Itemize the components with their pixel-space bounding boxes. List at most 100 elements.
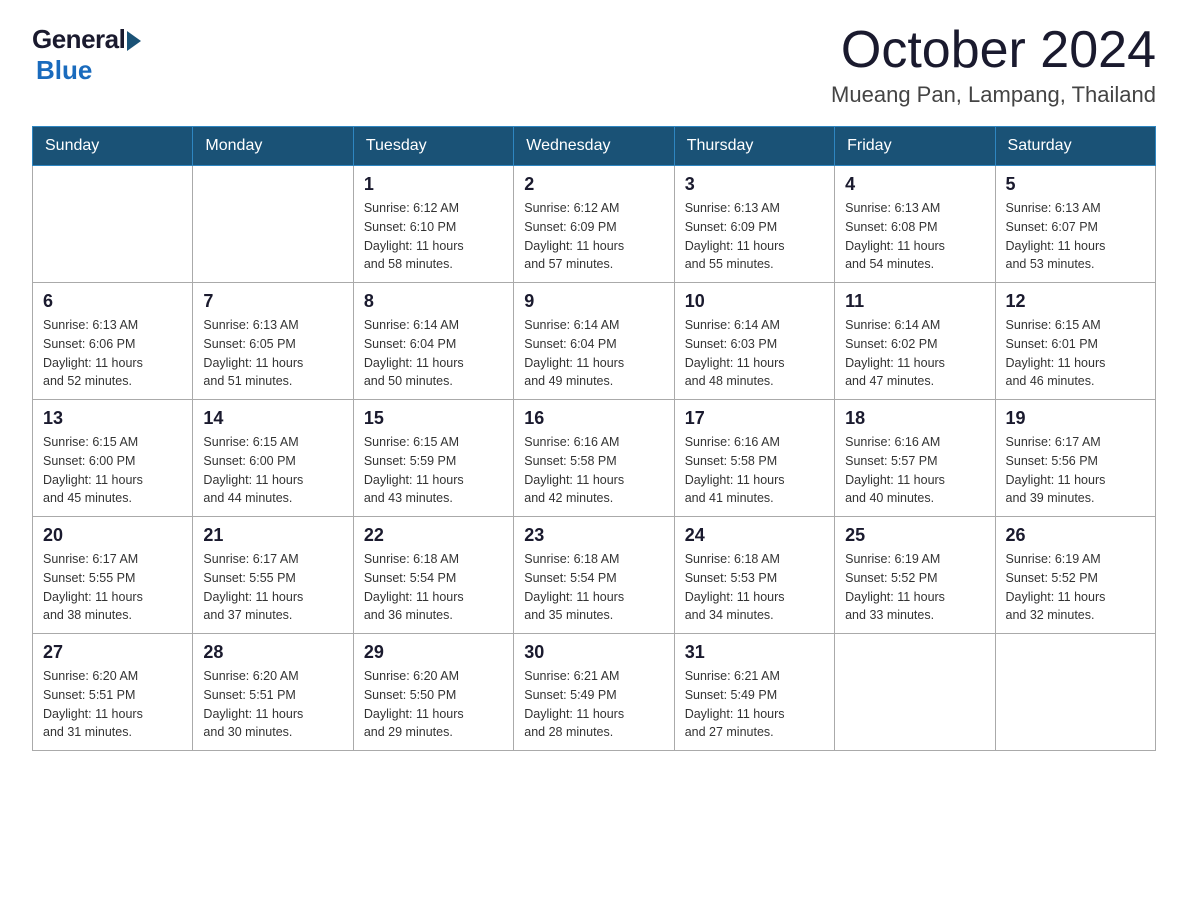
calendar-body: 1 Sunrise: 6:12 AM Sunset: 6:10 PM Daylig… — [33, 166, 1156, 751]
calendar-cell: 7 Sunrise: 6:13 AM Sunset: 6:05 PM Daylig… — [193, 283, 353, 400]
day-number: 9 — [524, 291, 663, 312]
calendar-header-cell: Sunday — [33, 127, 193, 166]
calendar-table: SundayMondayTuesdayWednesdayThursdayFrid… — [32, 126, 1156, 751]
calendar-header-cell: Friday — [835, 127, 995, 166]
day-info: Sunrise: 6:21 AM Sunset: 5:49 PM Dayligh… — [524, 667, 663, 742]
day-number: 7 — [203, 291, 342, 312]
day-info: Sunrise: 6:13 AM Sunset: 6:08 PM Dayligh… — [845, 199, 984, 274]
day-info: Sunrise: 6:13 AM Sunset: 6:06 PM Dayligh… — [43, 316, 182, 391]
calendar-header-cell: Tuesday — [353, 127, 513, 166]
day-number: 25 — [845, 525, 984, 546]
calendar-cell: 15Sunrise: 6:15 AM Sunset: 5:59 PM Dayli… — [353, 400, 513, 517]
day-number: 10 — [685, 291, 824, 312]
day-info: Sunrise: 6:20 AM Sunset: 5:50 PM Dayligh… — [364, 667, 503, 742]
calendar-cell: 31Sunrise: 6:21 AM Sunset: 5:49 PM Dayli… — [674, 634, 834, 751]
day-number: 17 — [685, 408, 824, 429]
calendar-cell: 8 Sunrise: 6:14 AM Sunset: 6:04 PM Daylig… — [353, 283, 513, 400]
calendar-cell: 12 Sunrise: 6:15 AM Sunset: 6:01 PM Dayli… — [995, 283, 1155, 400]
day-number: 12 — [1006, 291, 1145, 312]
day-info: Sunrise: 6:14 AM Sunset: 6:04 PM Dayligh… — [364, 316, 503, 391]
day-info: Sunrise: 6:18 AM Sunset: 5:53 PM Dayligh… — [685, 550, 824, 625]
day-number: 20 — [43, 525, 182, 546]
day-info: Sunrise: 6:18 AM Sunset: 5:54 PM Dayligh… — [524, 550, 663, 625]
day-info: Sunrise: 6:13 AM Sunset: 6:05 PM Dayligh… — [203, 316, 342, 391]
calendar-cell: 20Sunrise: 6:17 AM Sunset: 5:55 PM Dayli… — [33, 517, 193, 634]
day-info: Sunrise: 6:13 AM Sunset: 6:07 PM Dayligh… — [1006, 199, 1145, 274]
day-info: Sunrise: 6:20 AM Sunset: 5:51 PM Dayligh… — [43, 667, 182, 742]
day-info: Sunrise: 6:13 AM Sunset: 6:09 PM Dayligh… — [685, 199, 824, 274]
day-info: Sunrise: 6:19 AM Sunset: 5:52 PM Dayligh… — [845, 550, 984, 625]
day-number: 21 — [203, 525, 342, 546]
calendar-cell: 11 Sunrise: 6:14 AM Sunset: 6:02 PM Dayli… — [835, 283, 995, 400]
calendar-cell: 21 Sunrise: 6:17 AM Sunset: 5:55 PM Dayli… — [193, 517, 353, 634]
day-info: Sunrise: 6:16 AM Sunset: 5:57 PM Dayligh… — [845, 433, 984, 508]
calendar-cell: 2Sunrise: 6:12 AM Sunset: 6:09 PM Daylig… — [514, 166, 674, 283]
day-info: Sunrise: 6:12 AM Sunset: 6:10 PM Dayligh… — [364, 199, 503, 274]
day-info: Sunrise: 6:17 AM Sunset: 5:55 PM Dayligh… — [203, 550, 342, 625]
calendar-week-row: 6 Sunrise: 6:13 AM Sunset: 6:06 PM Daylig… — [33, 283, 1156, 400]
calendar-cell: 23 Sunrise: 6:18 AM Sunset: 5:54 PM Dayli… — [514, 517, 674, 634]
day-info: Sunrise: 6:15 AM Sunset: 6:00 PM Dayligh… — [203, 433, 342, 508]
day-info: Sunrise: 6:16 AM Sunset: 5:58 PM Dayligh… — [524, 433, 663, 508]
day-info: Sunrise: 6:15 AM Sunset: 6:00 PM Dayligh… — [43, 433, 182, 508]
calendar-header-cell: Wednesday — [514, 127, 674, 166]
day-number: 22 — [364, 525, 503, 546]
day-number: 4 — [845, 174, 984, 195]
day-info: Sunrise: 6:14 AM Sunset: 6:02 PM Dayligh… — [845, 316, 984, 391]
calendar-cell: 10 Sunrise: 6:14 AM Sunset: 6:03 PM Dayli… — [674, 283, 834, 400]
logo-blue-text: Blue — [36, 55, 92, 86]
calendar-cell: 24Sunrise: 6:18 AM Sunset: 5:53 PM Dayli… — [674, 517, 834, 634]
calendar-week-row: 1 Sunrise: 6:12 AM Sunset: 6:10 PM Daylig… — [33, 166, 1156, 283]
calendar-cell: 17 Sunrise: 6:16 AM Sunset: 5:58 PM Dayli… — [674, 400, 834, 517]
calendar-cell — [835, 634, 995, 751]
day-number: 1 — [364, 174, 503, 195]
location-title: Mueang Pan, Lampang, Thailand — [831, 82, 1156, 108]
day-number: 26 — [1006, 525, 1145, 546]
day-number: 8 — [364, 291, 503, 312]
day-info: Sunrise: 6:16 AM Sunset: 5:58 PM Dayligh… — [685, 433, 824, 508]
calendar-cell — [33, 166, 193, 283]
day-info: Sunrise: 6:18 AM Sunset: 5:54 PM Dayligh… — [364, 550, 503, 625]
day-number: 16 — [524, 408, 663, 429]
calendar-cell: 18Sunrise: 6:16 AM Sunset: 5:57 PM Dayli… — [835, 400, 995, 517]
calendar-cell: 30 Sunrise: 6:21 AM Sunset: 5:49 PM Dayli… — [514, 634, 674, 751]
day-number: 13 — [43, 408, 182, 429]
calendar-week-row: 20 Sunrise: 6:17 AM Sunset: 5:55 PM Dayli… — [33, 517, 1156, 634]
day-info: Sunrise: 6:15 AM Sunset: 6:01 PM Dayligh… — [1006, 316, 1145, 391]
calendar-week-row: 13 Sunrise: 6:15 AM Sunset: 6:00 PM Dayli… — [33, 400, 1156, 517]
day-number: 14 — [203, 408, 342, 429]
day-number: 6 — [43, 291, 182, 312]
calendar-cell: 4 Sunrise: 6:13 AM Sunset: 6:08 PM Daylig… — [835, 166, 995, 283]
calendar-cell: 29 Sunrise: 6:20 AM Sunset: 5:50 PM Dayli… — [353, 634, 513, 751]
calendar-cell — [995, 634, 1155, 751]
day-info: Sunrise: 6:20 AM Sunset: 5:51 PM Dayligh… — [203, 667, 342, 742]
day-info: Sunrise: 6:14 AM Sunset: 6:04 PM Dayligh… — [524, 316, 663, 391]
day-info: Sunrise: 6:19 AM Sunset: 5:52 PM Dayligh… — [1006, 550, 1145, 625]
calendar-header-cell: Monday — [193, 127, 353, 166]
day-number: 3 — [685, 174, 824, 195]
calendar-cell: 3 Sunrise: 6:13 AM Sunset: 6:09 PM Daylig… — [674, 166, 834, 283]
month-title: October 2024 — [831, 24, 1156, 76]
day-number: 23 — [524, 525, 663, 546]
day-number: 11 — [845, 291, 984, 312]
day-number: 2 — [524, 174, 663, 195]
calendar-cell: 5Sunrise: 6:13 AM Sunset: 6:07 PM Daylig… — [995, 166, 1155, 283]
calendar-cell: 27Sunrise: 6:20 AM Sunset: 5:51 PM Dayli… — [33, 634, 193, 751]
calendar-header-cell: Thursday — [674, 127, 834, 166]
calendar-header-row: SundayMondayTuesdayWednesdayThursdayFrid… — [33, 127, 1156, 166]
calendar-cell — [193, 166, 353, 283]
day-number: 19 — [1006, 408, 1145, 429]
calendar-cell: 22 Sunrise: 6:18 AM Sunset: 5:54 PM Dayli… — [353, 517, 513, 634]
logo: General Blue — [32, 24, 141, 86]
day-info: Sunrise: 6:14 AM Sunset: 6:03 PM Dayligh… — [685, 316, 824, 391]
header: General Blue October 2024 Mueang Pan, La… — [32, 24, 1156, 108]
calendar-cell: 13 Sunrise: 6:15 AM Sunset: 6:00 PM Dayli… — [33, 400, 193, 517]
calendar-cell: 6 Sunrise: 6:13 AM Sunset: 6:06 PM Daylig… — [33, 283, 193, 400]
calendar-cell: 28Sunrise: 6:20 AM Sunset: 5:51 PM Dayli… — [193, 634, 353, 751]
day-number: 30 — [524, 642, 663, 663]
calendar-header-cell: Saturday — [995, 127, 1155, 166]
title-section: October 2024 Mueang Pan, Lampang, Thaila… — [831, 24, 1156, 108]
day-number: 29 — [364, 642, 503, 663]
day-number: 15 — [364, 408, 503, 429]
calendar-cell: 26 Sunrise: 6:19 AM Sunset: 5:52 PM Dayli… — [995, 517, 1155, 634]
